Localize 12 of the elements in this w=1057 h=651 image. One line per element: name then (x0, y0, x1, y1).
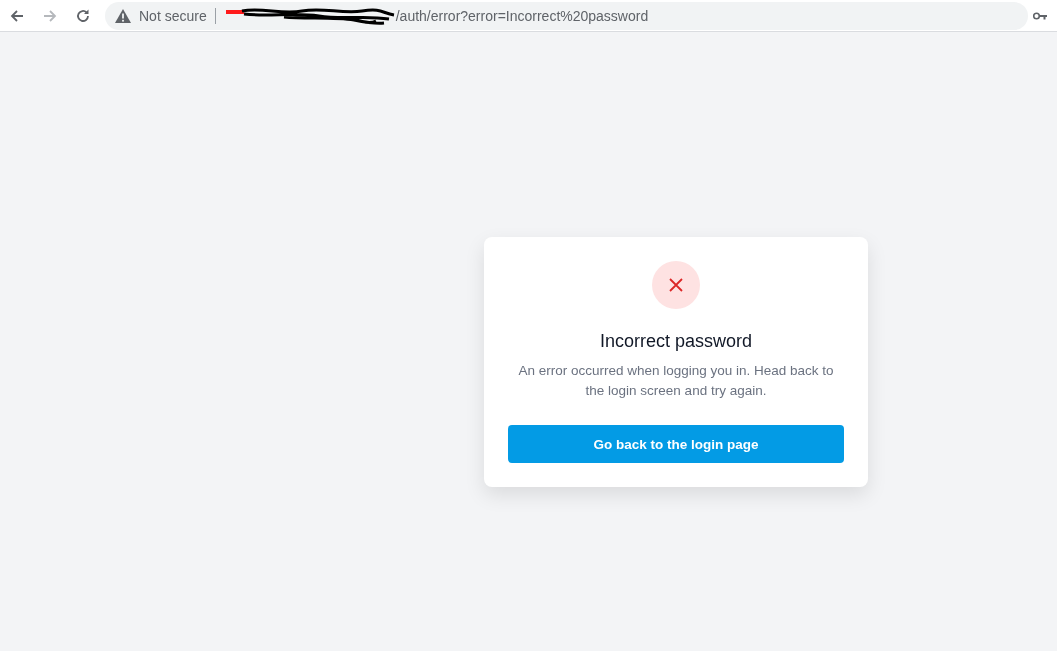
url-text: /auth/error?error=Incorrect%20password (395, 7, 649, 24)
login-page-button[interactable]: Go back to the login page (508, 425, 844, 463)
error-message: An error occurred when logging you in. Head back to the login screen and try again. (517, 362, 835, 400)
security-label: Not secure (139, 7, 207, 24)
forward-arrow-icon (42, 7, 58, 24)
address-bar[interactable]: Not secure /auth/error?error=Incorrect%20password (105, 1, 1028, 30)
warning-icon (115, 8, 131, 23)
error-icon (652, 261, 700, 309)
error-title: Incorrect password (599, 330, 753, 353)
key-icon[interactable] (1033, 11, 1047, 20)
back-arrow-icon (9, 7, 25, 24)
reload-icon (75, 7, 91, 24)
